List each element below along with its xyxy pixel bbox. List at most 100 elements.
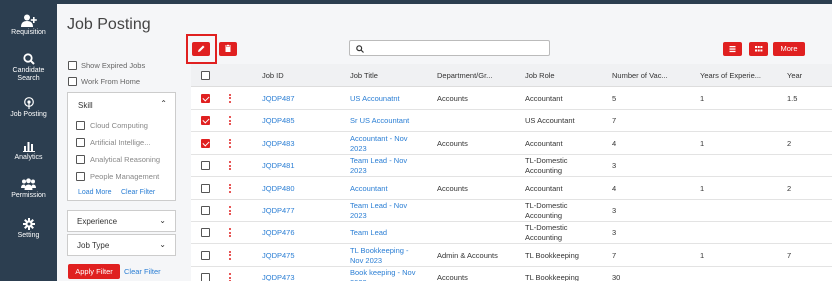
vacancies-cell: 3 [612, 161, 616, 171]
experience-cell-line: 1 [700, 93, 705, 103]
work-from-home-checkbox[interactable] [68, 77, 77, 86]
job-title-line: 2023 [350, 143, 367, 153]
trash-icon [225, 44, 231, 52]
skill-option[interactable]: Artificial Intellige... [76, 138, 150, 147]
job-title-link[interactable]: Team Lead - Nov 2023 [350, 201, 407, 221]
kebab-menu-icon[interactable] [229, 206, 232, 217]
load-more-link[interactable]: Load More [78, 189, 111, 196]
experience-cell: 1 [700, 251, 704, 261]
kebab-menu-icon[interactable] [229, 93, 232, 105]
job-title-link[interactable]: Accountant - Nov 2023 [350, 134, 408, 154]
table-row: JQDP476 Team Lead TL-Domestic Accounting 3 [191, 222, 832, 244]
row-checkbox[interactable] [201, 206, 210, 215]
vacancies-cell-line: 5 [612, 93, 617, 103]
department-cell: Accounts [437, 184, 468, 194]
vacancies-cell: 4 [612, 184, 616, 194]
year-cell-line: 1.5 [787, 93, 798, 103]
job-role-cell: TL-Domestic Accounting [525, 223, 568, 243]
row-checkbox[interactable] [201, 183, 210, 193]
column-header[interactable]: Year [787, 71, 802, 80]
work-from-home-label: Work From Home [81, 77, 141, 86]
column-header[interactable]: Years of Experie... [700, 71, 761, 80]
column-header[interactable]: Job ID [262, 71, 284, 80]
job-role-cell: US Accountant [525, 116, 575, 126]
experience-dropdown[interactable]: Experience ⌄ [67, 210, 176, 232]
job-id-link-line: JQDP480 [262, 183, 295, 193]
job-table: Job ID Job Title Department/Gr... Job Ro… [191, 64, 832, 281]
job-role-line: Accounting [525, 166, 563, 175]
job-role-cell: TL-Domestic Accounting [525, 156, 568, 176]
sidebar-item-permission[interactable]: Permission [0, 178, 57, 214]
row-checkbox[interactable] [201, 116, 210, 125]
job-title-link[interactable]: Sr US Accountant [350, 116, 409, 126]
search-box[interactable] [349, 40, 550, 60]
row-checkbox[interactable] [201, 250, 210, 260]
row-checkbox[interactable] [201, 273, 210, 281]
sidebar-item-job-posting[interactable]: Job Posting [0, 97, 57, 133]
more-button[interactable]: More [773, 42, 805, 56]
table-row: JQDP481 Team Lead - Nov 2023 TL-Domestic Acc… [191, 155, 832, 177]
job-id-link-line: JQDP477 [262, 206, 295, 215]
job-role-line: TL Bookkeeping [525, 273, 579, 281]
search-input[interactable] [366, 45, 548, 60]
row-checkbox[interactable] [201, 138, 210, 148]
show-expired-checkbox[interactable] [68, 61, 77, 70]
job-title-line: Team Lead - Nov [350, 201, 408, 210]
sidebar-item-candidate-search[interactable]: Candidate Search [0, 53, 57, 89]
skill-option[interactable]: Cloud Computing [76, 121, 148, 130]
job-title-line: Team Lead - Nov [350, 156, 408, 165]
select-all-checkbox[interactable] [201, 71, 210, 80]
grid-view-button[interactable] [749, 42, 768, 56]
job-id-link[interactable]: JQDP476 [262, 228, 295, 238]
job-type-dropdown[interactable]: Job Type ⌄ [67, 234, 176, 256]
kebab-menu-icon[interactable] [229, 183, 232, 195]
row-checkbox[interactable] [201, 161, 210, 170]
show-expired-filter[interactable]: Show Expired Jobs [68, 61, 145, 70]
column-header[interactable]: Department/Gr... [437, 71, 492, 80]
job-id-link[interactable]: JQDP485 [262, 116, 295, 126]
sidebar-item-analytics[interactable]: Analytics [0, 140, 57, 176]
job-id-link[interactable]: JQDP487 [262, 94, 295, 104]
kebab-menu-icon[interactable] [229, 250, 232, 262]
kebab-menu-icon[interactable] [229, 273, 232, 281]
sidebar-item-setting[interactable]: Setting [0, 218, 57, 254]
job-id-link-line: JQDP475 [262, 250, 295, 260]
work-from-home-filter[interactable]: Work From Home [68, 77, 140, 86]
column-header[interactable]: Job Role [525, 71, 555, 80]
job-id-link[interactable]: JQDP475 [262, 251, 295, 261]
column-header[interactable]: Job Title [350, 71, 378, 80]
clear-filter-link[interactable]: Clear Filter [124, 267, 161, 276]
department-cell: Accounts [437, 94, 468, 104]
skill-option[interactable]: People Management [76, 172, 159, 181]
row-checkbox[interactable] [201, 93, 210, 103]
kebab-menu-icon[interactable] [229, 116, 232, 127]
row-checkbox[interactable] [201, 228, 210, 237]
job-id-link[interactable]: JQDP483 [262, 139, 295, 149]
kebab-menu-icon[interactable] [229, 138, 232, 150]
job-title-link[interactable]: Accountant [350, 184, 388, 194]
delete-button[interactable] [219, 42, 237, 56]
skill-option[interactable]: Analytical Reasoning [76, 155, 160, 164]
department-cell-line: Accounts [437, 138, 468, 148]
job-id-link[interactable]: JQDP480 [262, 184, 295, 194]
skill-filter-title: Skill [78, 101, 93, 110]
job-title-link[interactable]: TL Bookkeeping - Nov 2023 [350, 246, 409, 266]
apply-filter-button[interactable]: Apply Filter [68, 264, 120, 279]
job-title-link[interactable]: Book keeping - Nov2023 [350, 268, 415, 281]
job-id-link[interactable]: JQDP477 [262, 206, 295, 216]
job-id-link[interactable]: JQDP473 [262, 273, 295, 281]
sidebar-item-label: Job Posting [10, 111, 47, 118]
sidebar-item-requisition[interactable]: Requisition [0, 14, 57, 50]
department-cell: Accounts [437, 139, 468, 149]
job-title-link[interactable]: Team Lead - Nov 2023 [350, 156, 407, 176]
skill-clear-filter-link[interactable]: Clear Filter [121, 189, 155, 196]
job-title-link[interactable]: US Accounatnt [350, 94, 400, 104]
job-title-link[interactable]: Team Lead [350, 228, 387, 238]
job-id-link[interactable]: JQDP481 [262, 161, 295, 171]
kebab-menu-icon[interactable] [229, 161, 232, 172]
vacancies-cell-line: 3 [612, 161, 617, 170]
chevron-up-icon[interactable]: ⌃ [160, 99, 167, 108]
kebab-menu-icon[interactable] [229, 228, 232, 239]
column-header[interactable]: Number of Vac... [612, 71, 668, 80]
list-view-button[interactable] [723, 42, 742, 56]
